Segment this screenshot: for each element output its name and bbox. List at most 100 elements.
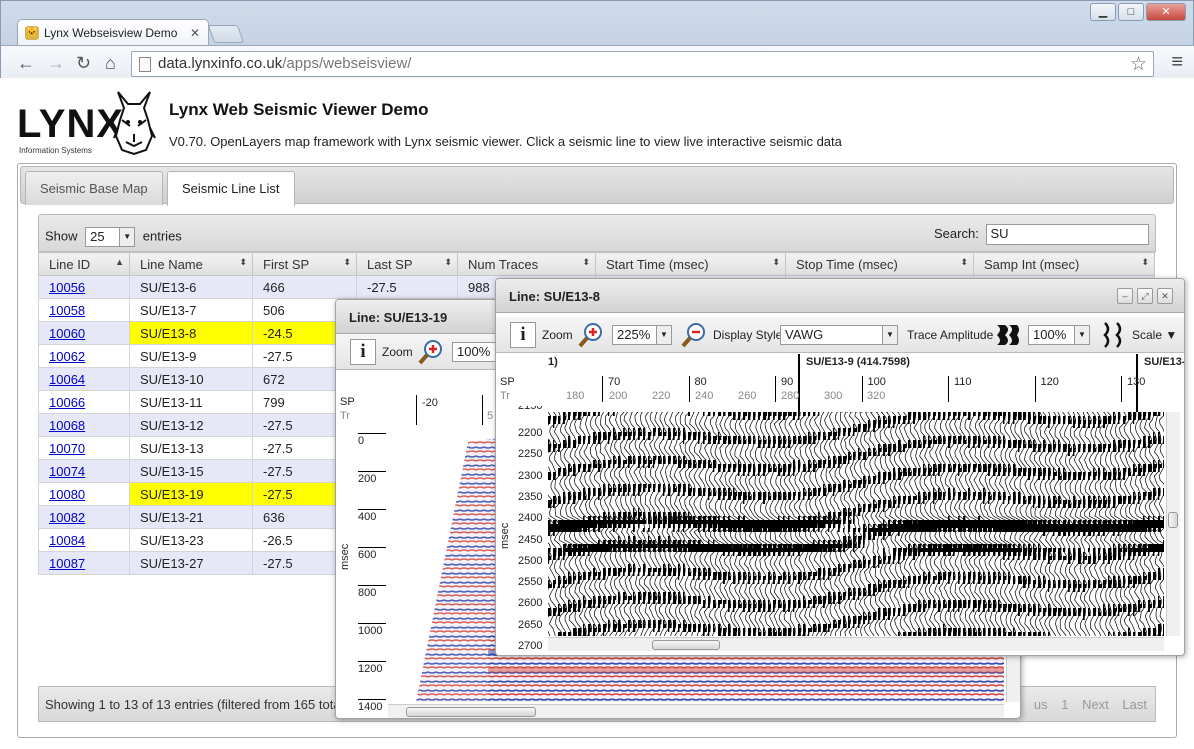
sort-both-icon: ⬍ <box>772 257 780 267</box>
line-id-link[interactable]: 10058 <box>49 303 85 318</box>
pager-previous-partial[interactable]: us <box>1034 697 1048 712</box>
line-id-link[interactable]: 10082 <box>49 510 85 525</box>
display-style-select[interactable]: VAWG ▼ <box>780 325 898 345</box>
pager-next[interactable]: Next <box>1082 697 1109 712</box>
line-id-link[interactable]: 10068 <box>49 418 85 433</box>
column-header-num-traces[interactable]: Num Traces ⬍ <box>457 252 596 276</box>
sp-tick-label: 110 <box>954 376 972 388</box>
zoom-select-value: 100% <box>457 344 491 359</box>
time-tick-label: 1400 <box>358 701 383 713</box>
sp-tick-label: 100 <box>867 376 886 388</box>
page-title: Lynx Web Seismic Viewer Demo <box>169 100 429 119</box>
sp-tick-label: -20 <box>422 397 438 409</box>
chevron-down-icon: ▼ <box>119 228 135 246</box>
chevron-down-icon: ▼ <box>882 326 897 344</box>
popout-dialog-icon[interactable]: ⤢ <box>1137 288 1153 304</box>
column-header-first-sp[interactable]: First SP ⬍ <box>252 252 357 276</box>
line-id-link[interactable]: 10066 <box>49 395 85 410</box>
minimize-window-button[interactable]: ▁ <box>1090 3 1116 21</box>
horizontal-scrollbar[interactable] <box>388 704 1004 718</box>
tab-seismic-line-list[interactable]: Seismic Line List <box>167 171 295 206</box>
msec-axis-label: msec <box>499 522 511 549</box>
zoom-select[interactable]: 225% ▼ <box>612 325 672 345</box>
pager-last[interactable]: Last <box>1122 697 1147 712</box>
time-tick-label: 2450 <box>518 533 543 546</box>
sp-axis-label: SP <box>500 376 515 388</box>
line-id-link[interactable]: 10064 <box>49 372 85 387</box>
time-tick-label: 600 <box>358 549 377 561</box>
time-tick-label: 2200 <box>518 427 543 439</box>
column-header-start-time[interactable]: Start Time (msec) ⬍ <box>595 252 786 276</box>
bookmark-star-icon[interactable]: ☆ <box>1130 53 1147 76</box>
browser-menu-icon[interactable]: ≡ <box>1171 52 1183 72</box>
zoom-out-icon[interactable] <box>680 321 708 349</box>
amplitude-decrease-icon[interactable] <box>1099 321 1127 349</box>
tie-label-left: 1) <box>548 356 558 368</box>
trace-amplitude-label: Trace Amplitude <box>907 328 994 342</box>
line-id-link[interactable]: 10070 <box>49 441 85 456</box>
close-window-button[interactable]: ✕ <box>1146 3 1186 21</box>
scale-menu[interactable]: Scale ▼ <box>1132 328 1177 342</box>
zoom-label: Zoom <box>542 328 573 342</box>
table-cell: SU/E13-9 <box>129 344 253 368</box>
entries-select[interactable]: 25 ▼ <box>85 227 136 247</box>
time-tick-label: 200 <box>358 473 377 485</box>
scrollbar-thumb[interactable] <box>1168 512 1178 528</box>
column-header-stop-time[interactable]: Stop Time (msec) ⬍ <box>785 252 974 276</box>
page-document-icon <box>139 57 151 72</box>
time-tick-line <box>358 471 386 472</box>
line-id-link[interactable]: 10074 <box>49 464 85 479</box>
sp-tick-line <box>948 376 949 402</box>
column-header-last-sp[interactable]: Last SP ⬍ <box>356 252 458 276</box>
search-input[interactable]: SU <box>986 224 1150 245</box>
maximize-window-button[interactable]: □ <box>1118 3 1144 21</box>
line-id-link[interactable]: 10056 <box>49 280 85 295</box>
table-cell: 466 <box>252 275 357 299</box>
browser-tab[interactable]: 🐱 Lynx Webseisview Demo ✕ <box>17 19 209 46</box>
time-tick-label: 1000 <box>358 625 383 637</box>
scrollbar-thumb[interactable] <box>652 640 720 650</box>
close-dialog-button[interactable]: ✕ <box>1157 288 1173 304</box>
dialog-title[interactable]: Line: SU/E13-8 <box>496 279 1184 313</box>
home-icon[interactable]: ⌂ <box>105 54 116 72</box>
reload-icon[interactable]: ↻ <box>76 54 91 72</box>
minimize-dialog-button[interactable]: – <box>1117 288 1133 304</box>
new-tab-button[interactable] <box>207 25 245 43</box>
time-tick-label: 2250 <box>518 448 543 461</box>
line-id-link[interactable]: 10062 <box>49 349 85 364</box>
search-control: Search: SU <box>934 224 1150 245</box>
horizontal-scrollbar[interactable] <box>548 637 1164 651</box>
column-header-line-id[interactable]: Line ID ▲ <box>38 252 130 276</box>
line-id-link[interactable]: 10087 <box>49 556 85 571</box>
time-tick-line <box>358 661 386 662</box>
time-tick-label: 0 <box>358 435 365 447</box>
zoom-in-icon[interactable] <box>577 321 605 349</box>
sp-tick-line <box>482 395 483 425</box>
table-cell: 10087 <box>38 551 130 575</box>
table-cell: SU/E13-12 <box>129 413 253 437</box>
back-arrow-icon[interactable]: ← <box>17 54 35 72</box>
logo-wordmark: LYNX <box>17 102 125 146</box>
zoom-in-icon[interactable] <box>417 338 445 366</box>
amplitude-select[interactable]: 100% ▼ <box>1028 325 1090 345</box>
scrollbar-thumb[interactable] <box>406 707 536 717</box>
tab-seismic-base-map[interactable]: Seismic Base Map <box>25 171 163 205</box>
line-id-link[interactable]: 10080 <box>49 487 85 502</box>
table-cell: 10058 <box>38 298 130 322</box>
pager-page-1[interactable]: 1 <box>1061 697 1068 712</box>
address-bar[interactable]: data.lynxinfo.co.uk/apps/webseisview/ ☆ <box>131 51 1154 77</box>
vertical-scrollbar[interactable] <box>1166 412 1180 636</box>
sp-tick-label: 120 <box>1040 376 1059 388</box>
info-button[interactable]: i <box>510 322 536 348</box>
column-header-samp-int[interactable]: Samp Int (msec) ⬍ <box>973 252 1155 276</box>
line-id-link[interactable]: 10084 <box>49 533 85 548</box>
amplitude-increase-icon[interactable] <box>993 321 1021 349</box>
close-tab-icon[interactable]: ✕ <box>190 26 200 40</box>
line-id-link[interactable]: 10060 <box>49 326 85 341</box>
column-header-line-name[interactable]: Line Name ⬍ <box>129 252 253 276</box>
sort-both-icon: ⬍ <box>343 257 351 267</box>
forward-arrow-icon[interactable]: → <box>47 54 65 72</box>
info-button[interactable]: i <box>350 339 376 365</box>
time-tick-label: 2500 <box>518 554 543 567</box>
page-subtitle: V0.70. OpenLayers map framework with Lyn… <box>169 134 842 149</box>
